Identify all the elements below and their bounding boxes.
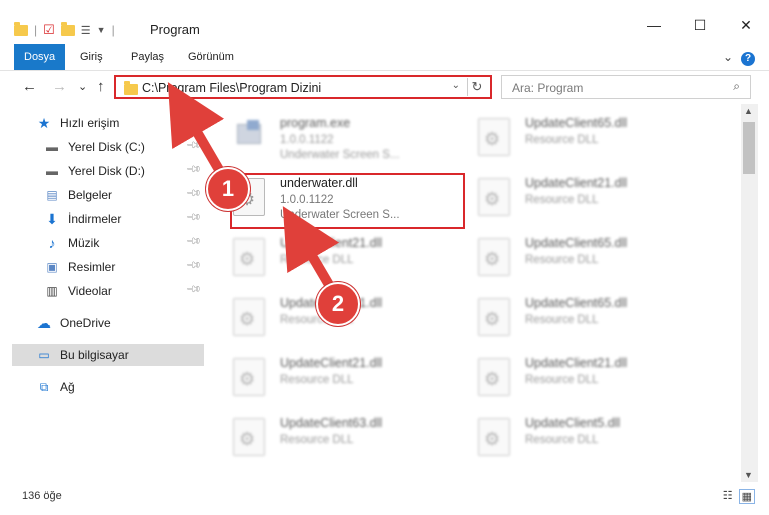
step-2-badge: 2 <box>316 282 360 326</box>
large-icons-view-icon[interactable]: ▦ <box>738 489 755 504</box>
details-view-icon[interactable]: ☷ <box>723 489 733 504</box>
status-bar: 136 öğe ☷ ▦ <box>0 484 769 515</box>
step-1-badge: 1 <box>206 167 250 211</box>
annotation-arrows <box>167 82 340 298</box>
item-count: 136 öğe <box>22 490 62 502</box>
